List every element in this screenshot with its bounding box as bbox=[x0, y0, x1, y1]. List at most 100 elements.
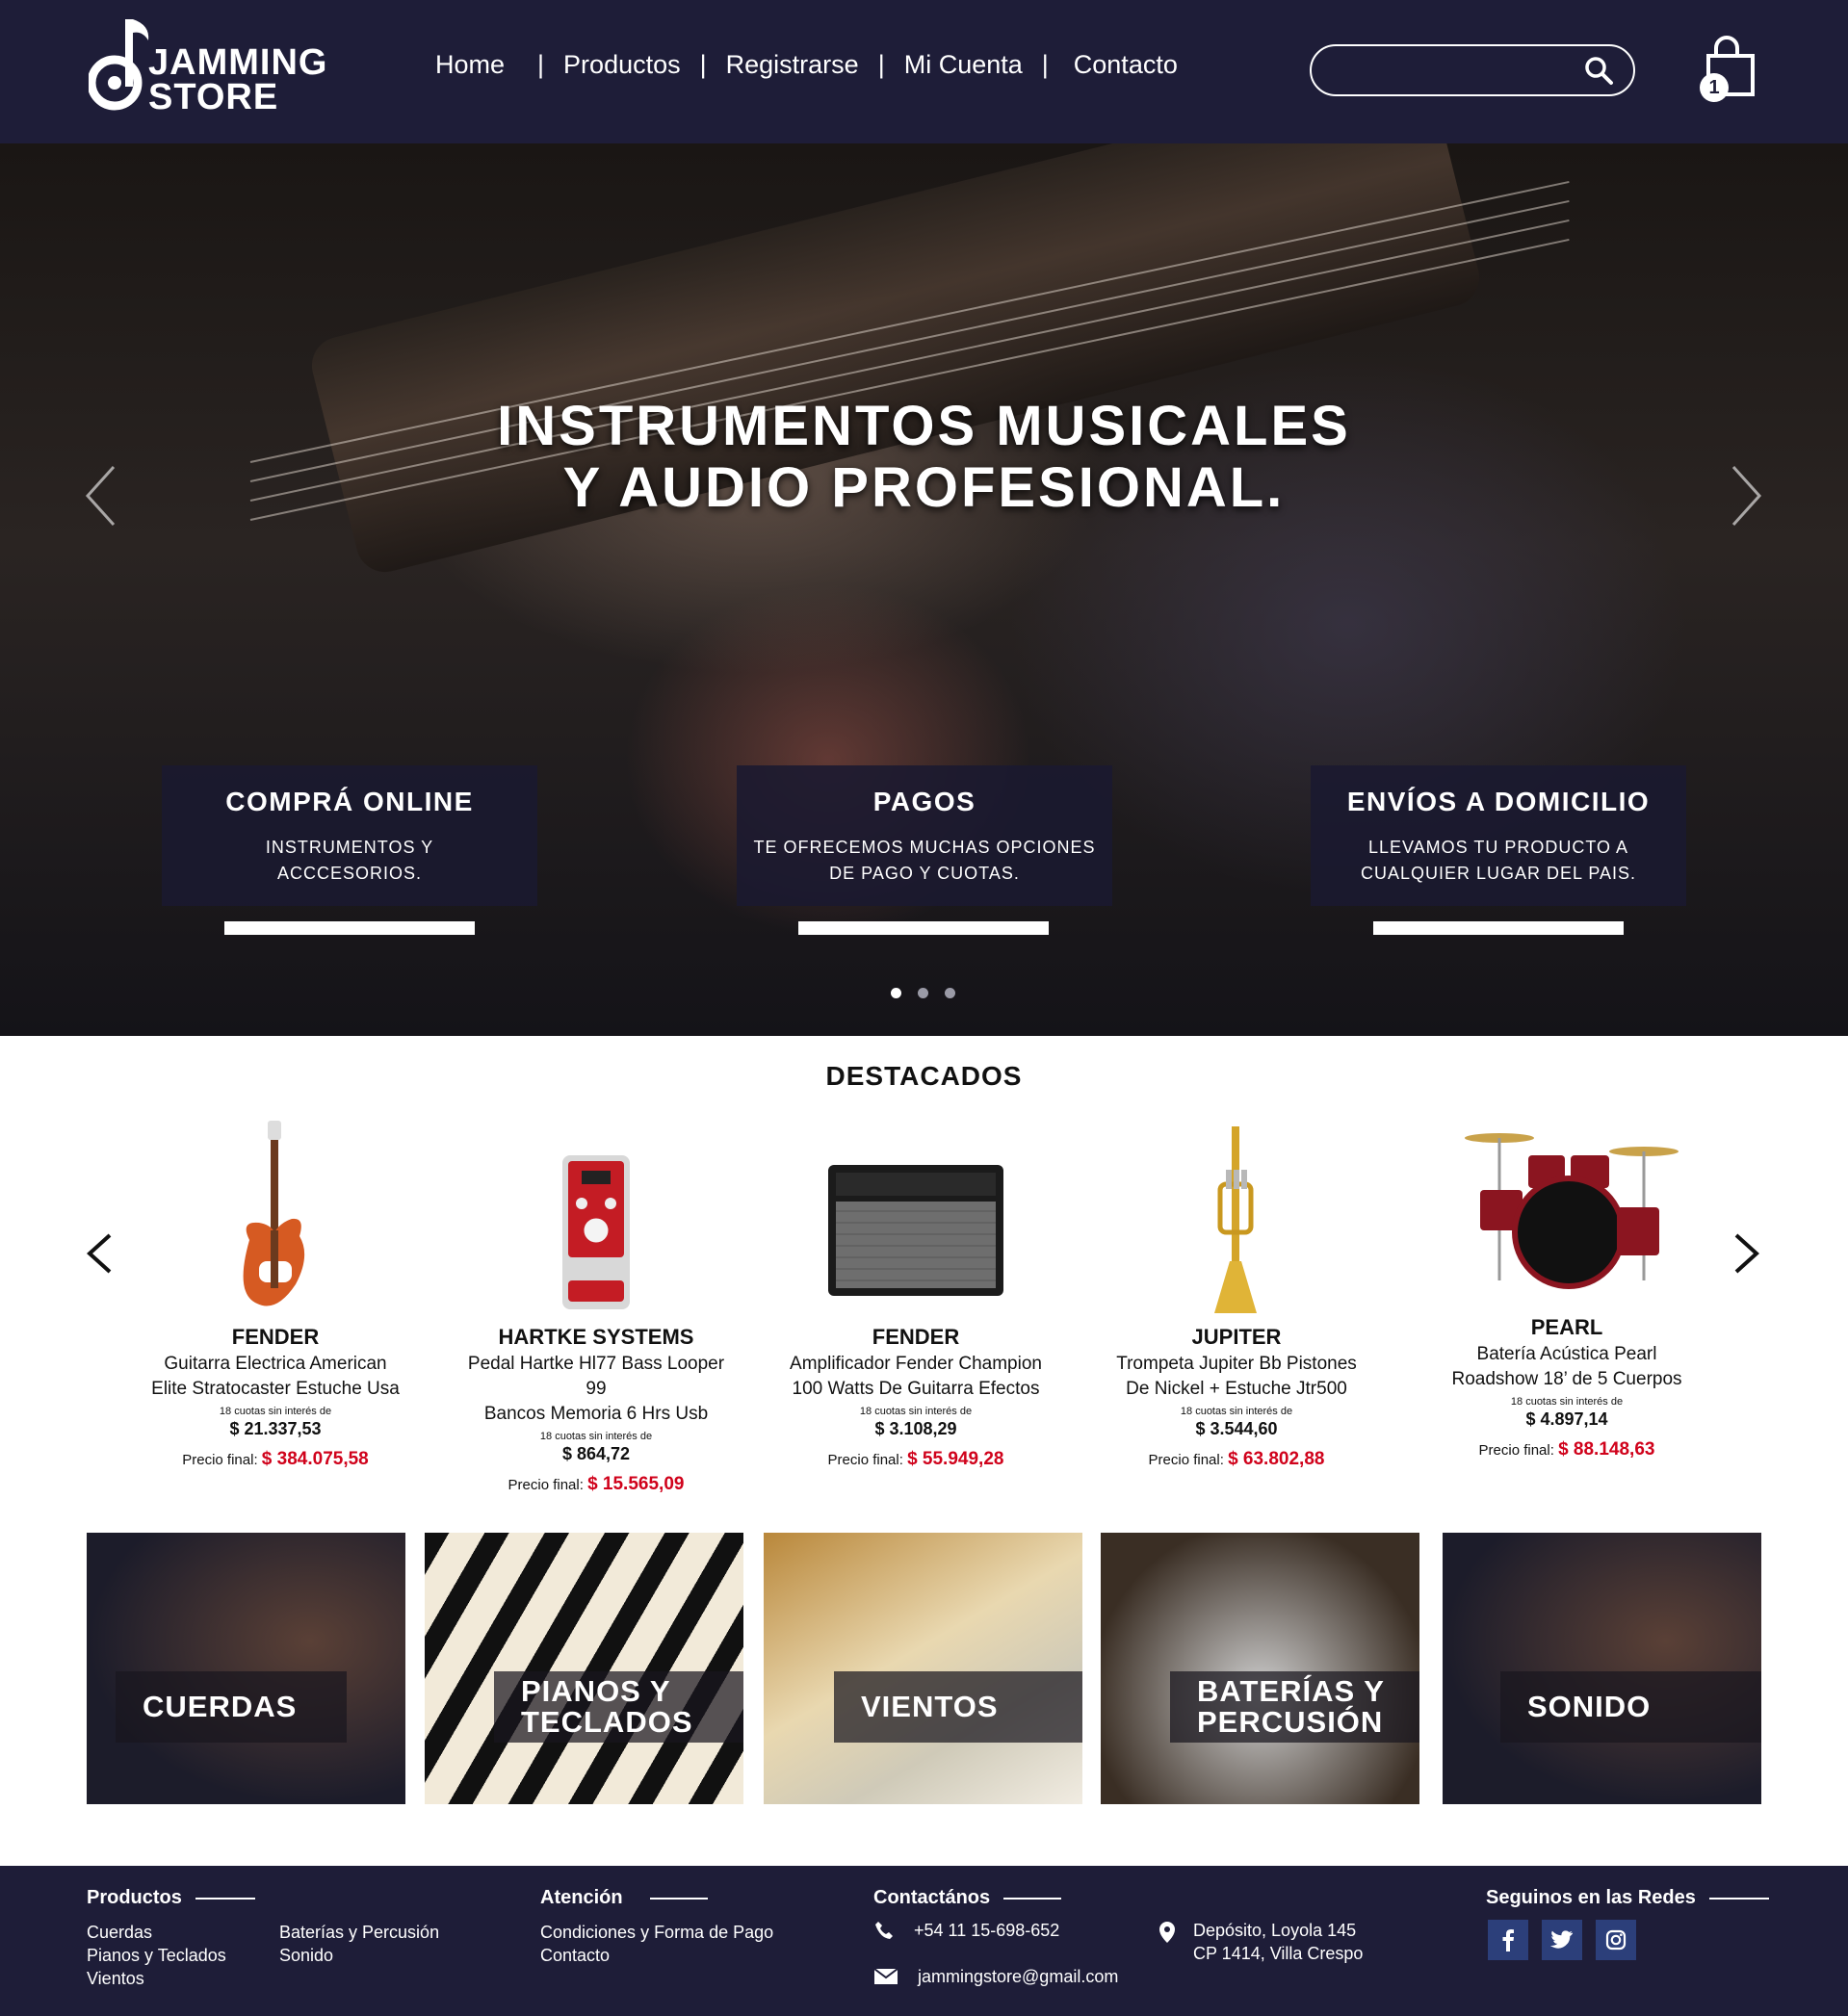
category-sonido[interactable]: SONIDO bbox=[1443, 1533, 1761, 1804]
carousel-dot[interactable] bbox=[918, 988, 928, 998]
final-price-label: Precio final: bbox=[1478, 1442, 1554, 1459]
product-name-line: 100 Watts De Guitarra Efectos bbox=[792, 1379, 1040, 1399]
nav-mi-cuenta[interactable]: Mi Cuenta bbox=[904, 50, 1023, 80]
footer-link-cuerdas[interactable]: Cuerdas bbox=[87, 1921, 226, 1944]
nav-productos[interactable]: Productos bbox=[563, 50, 681, 80]
nav-separator: | bbox=[877, 50, 885, 79]
product-card[interactable]: FENDER Amplificador Fender Champion 100 W… bbox=[776, 1117, 1055, 1470]
category-label: BATERÍAS Y PERCUSIÓN bbox=[1170, 1671, 1419, 1743]
product-final-price: Precio final: $ 55.949,28 bbox=[776, 1449, 1055, 1470]
nav-contacto[interactable]: Contacto bbox=[1074, 50, 1178, 80]
hero-next-arrow[interactable] bbox=[1731, 465, 1762, 527]
footer-heading-text: Contactános bbox=[873, 1887, 991, 1908]
info-box-envios: ENVÍOS A DOMICILIO LLEVAMOS TU PRODUCTO … bbox=[1311, 765, 1686, 906]
product-final-price: Precio final: $ 384.075,58 bbox=[136, 1449, 415, 1470]
phone-icon bbox=[875, 1922, 893, 1939]
product-cuotas-label: 18 cuotas sin interés de bbox=[859, 1406, 973, 1417]
category-label-line: TECLADOS bbox=[521, 1705, 693, 1739]
info-box-title: ENVÍOS A DOMICILIO bbox=[1346, 787, 1651, 816]
product-name: Pedal Hartke Hl77 Bass Looper 99 Bancos M… bbox=[456, 1352, 736, 1427]
footer-atencion-list: Condiciones y Forma de Pago Contacto bbox=[540, 1921, 773, 1967]
site-header: JAMMING STORE Home | Productos | Registr… bbox=[0, 0, 1848, 143]
nav-registrarse[interactable]: Registrarse bbox=[726, 50, 859, 80]
store-logo[interactable]: JAMMING STORE bbox=[89, 17, 349, 117]
nav-separator: | bbox=[537, 50, 545, 79]
footer-link-pianos[interactable]: Pianos y Teclados bbox=[87, 1944, 226, 1967]
product-card[interactable]: PEARL Batería Acústica Pearl Roadshow 18’… bbox=[1427, 1117, 1706, 1460]
category-vientos[interactable]: VIENTOS bbox=[764, 1533, 1082, 1804]
info-box-text: LLEVAMOS TU PRODUCTO A CUALQUIER LUGAR DE… bbox=[1311, 835, 1686, 887]
product-brand: FENDER bbox=[231, 1325, 320, 1349]
category-label-line: VIENTOS bbox=[861, 1690, 999, 1723]
footer-link-condiciones[interactable]: Condiciones y Forma de Pago bbox=[540, 1921, 773, 1944]
hero-title: INSTRUMENTOS MUSICALES Y AUDIO PROFESION… bbox=[0, 396, 1848, 519]
final-price-label: Precio final: bbox=[508, 1477, 584, 1493]
product-name-line: Bancos Memoria 6 Hrs Usb bbox=[483, 1404, 709, 1424]
nav-home[interactable]: Home bbox=[435, 50, 505, 80]
info-box-line: CUALQUIER LUGAR DEL PAIS. bbox=[1360, 864, 1637, 883]
footer-email-text[interactable]: jammingstore@gmail.com bbox=[918, 1965, 1118, 1988]
category-label: CUERDAS bbox=[116, 1671, 347, 1743]
cart-button[interactable]: 1 bbox=[1697, 35, 1757, 108]
footer-phone: +54 11 15-698-652 bbox=[873, 1919, 1059, 1942]
product-cuota-price: $ 3.108,29 bbox=[874, 1419, 957, 1438]
footer-heading-rule bbox=[195, 1897, 255, 1900]
footer-address: Depósito, Loyola 145 CP 1414, Villa Cres… bbox=[1158, 1919, 1363, 1965]
footer-phone-text[interactable]: +54 11 15-698-652 bbox=[914, 1919, 1059, 1942]
category-label: PIANOS Y TECLADOS bbox=[494, 1671, 743, 1743]
footer-address-line: Depósito, Loyola 145 bbox=[1193, 1921, 1357, 1940]
facebook-button[interactable] bbox=[1488, 1920, 1528, 1960]
product-brand: PEARL bbox=[1530, 1315, 1603, 1339]
footer-heading-text: Atención bbox=[540, 1887, 623, 1908]
carousel-dot[interactable] bbox=[945, 988, 955, 998]
category-label-line: BATERÍAS Y bbox=[1197, 1674, 1385, 1708]
category-label-line: SONIDO bbox=[1527, 1690, 1652, 1723]
featured-next-arrow[interactable] bbox=[1731, 1233, 1761, 1295]
category-pianos[interactable]: PIANOS Y TECLADOS bbox=[425, 1533, 743, 1804]
twitter-button[interactable] bbox=[1542, 1920, 1582, 1960]
hero-carousel: INSTRUMENTOS MUSICALES Y AUDIO PROFESION… bbox=[0, 143, 1848, 1036]
footer-atencion-heading: Atención bbox=[540, 1887, 708, 1909]
main-nav: Home | Productos | Registrarse | Mi Cuen… bbox=[435, 50, 1178, 80]
product-brand: HARTKE SYSTEMS bbox=[498, 1325, 694, 1349]
product-name: Amplificador Fender Champion 100 Watts De… bbox=[776, 1352, 1055, 1402]
hero-prev-arrow[interactable] bbox=[85, 465, 116, 527]
footer-address-line: CP 1414, Villa Crespo bbox=[1193, 1944, 1364, 1963]
nav-separator: | bbox=[1041, 50, 1049, 79]
product-card[interactable]: JUPITER Trompeta Jupiter Bb Pistones De N… bbox=[1097, 1117, 1376, 1470]
product-name: Guitarra Electrica American Elite Stratoc… bbox=[136, 1352, 415, 1402]
search-icon[interactable] bbox=[1583, 55, 1614, 90]
info-box-text: TE OFRECEMOS MUCHAS OPCIONES DE PAGO Y CU… bbox=[737, 835, 1112, 887]
info-box-line: INSTRUMENTOS Y bbox=[265, 838, 434, 857]
info-box-compra-online: COMPRÁ ONLINE INSTRUMENTOS Y ACCCESORIOS. bbox=[162, 765, 537, 906]
search-box bbox=[1310, 44, 1635, 96]
category-label-line: PERCUSIÓN bbox=[1197, 1705, 1384, 1739]
product-cuotas-label: 18 cuotas sin interés de bbox=[539, 1431, 653, 1442]
product-card[interactable]: HARTKE SYSTEMS Pedal Hartke Hl77 Bass Lo… bbox=[456, 1117, 736, 1495]
product-name: Batería Acústica Pearl Roadshow 18’ de 5 … bbox=[1427, 1342, 1706, 1392]
carousel-dot-active[interactable] bbox=[891, 988, 901, 998]
product-cuotas-label: 18 cuotas sin interés de bbox=[1510, 1396, 1624, 1408]
music-note-logo-icon bbox=[89, 19, 149, 111]
product-name: Trompeta Jupiter Bb Pistones De Nickel + … bbox=[1097, 1352, 1376, 1402]
featured-prev-arrow[interactable] bbox=[85, 1233, 116, 1295]
category-baterias[interactable]: BATERÍAS Y PERCUSIÓN bbox=[1101, 1533, 1419, 1804]
hero-title-line1: INSTRUMENTOS MUSICALES bbox=[497, 395, 1351, 457]
footer-link-sonido[interactable]: Sonido bbox=[279, 1944, 439, 1967]
product-card[interactable]: FENDER Guitarra Electrica American Elite … bbox=[136, 1117, 415, 1470]
search-input[interactable] bbox=[1331, 56, 1581, 85]
featured-title: DESTACADOS bbox=[825, 1061, 1023, 1091]
site-footer: Productos Cuerdas Pianos y Teclados Vien… bbox=[0, 1866, 1848, 2016]
final-price-label: Precio final: bbox=[182, 1452, 258, 1468]
category-cuerdas[interactable]: CUERDAS bbox=[87, 1533, 405, 1804]
footer-productos-col2: Baterías y Percusión Sonido bbox=[279, 1921, 439, 1967]
final-price-value: $ 63.802,88 bbox=[1228, 1449, 1325, 1469]
footer-link-baterias[interactable]: Baterías y Percusión bbox=[279, 1921, 439, 1944]
info-box-line: ACCCESORIOS. bbox=[276, 864, 423, 883]
footer-link-contacto[interactable]: Contacto bbox=[540, 1944, 773, 1967]
final-price-value: $ 384.075,58 bbox=[261, 1449, 369, 1469]
final-price-value: $ 55.949,28 bbox=[907, 1449, 1004, 1469]
footer-link-vientos[interactable]: Vientos bbox=[87, 1967, 226, 1990]
footer-heading-rule bbox=[1708, 1897, 1769, 1900]
instagram-button[interactable] bbox=[1596, 1920, 1636, 1960]
